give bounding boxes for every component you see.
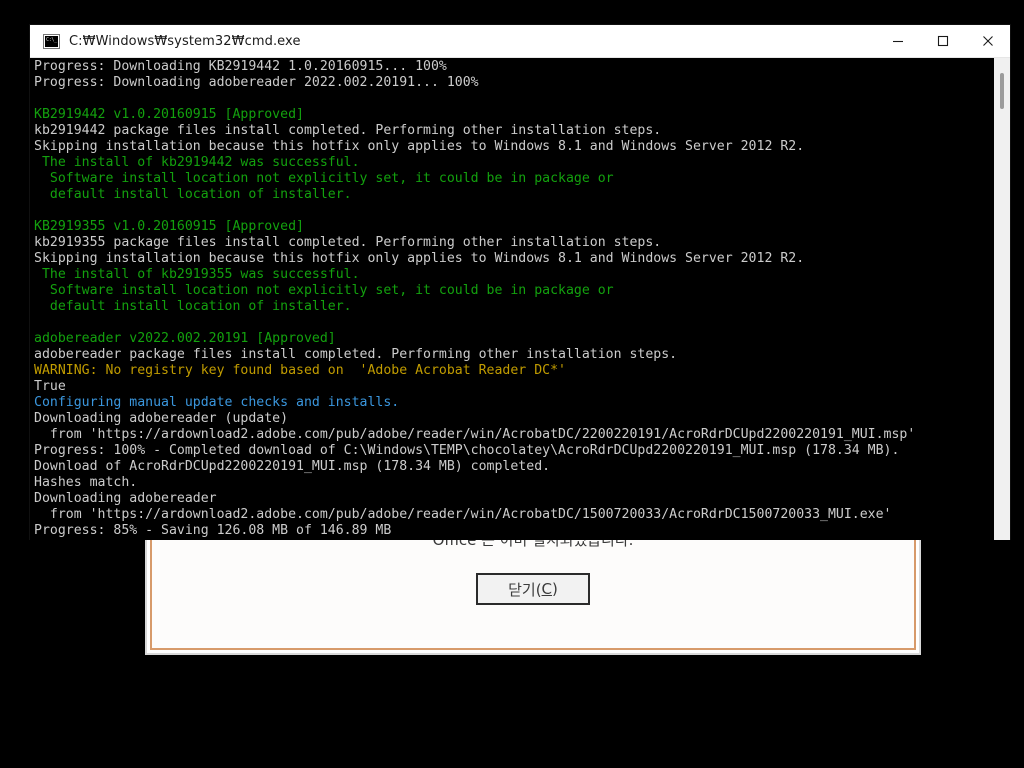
maximize-button[interactable]	[920, 25, 965, 57]
terminal-line: The install of kb2919355 was successful.	[34, 267, 360, 283]
terminal-line: True	[34, 379, 66, 395]
terminal-line: Downloading adobereader (update)	[34, 411, 289, 427]
terminal-line: kb2919442 package files install complete…	[34, 123, 662, 139]
terminal-line: KB2919442 v1.0.20160915 [Approved]	[34, 107, 304, 123]
terminal-line: Progress: 100% - Completed download of C…	[34, 443, 900, 459]
terminal-line: default install location of installer.	[34, 299, 352, 315]
terminal-line: Software install location not explicitly…	[34, 283, 614, 299]
terminal-line: Download of AcroRdrDCUpd2200220191_MUI.m…	[34, 459, 551, 475]
terminal-scrollbar-thumb[interactable]	[1000, 73, 1004, 109]
terminal-line: default install location of installer.	[34, 187, 352, 203]
dialog-close-label-tail: )	[552, 580, 558, 598]
dialog-close-label-mnemonic: C	[541, 580, 553, 598]
terminal-line: kb2919355 package files install complete…	[34, 235, 662, 251]
terminal-line: Skipping installation because this hotfi…	[34, 139, 805, 155]
window-controls	[875, 25, 1010, 57]
cmd-icon	[43, 33, 60, 49]
terminal-line: Downloading adobereader	[34, 491, 217, 507]
terminal-line: from 'https://ardownload2.adobe.com/pub/…	[34, 427, 916, 443]
terminal-line: Progress: Downloading adobereader 2022.0…	[34, 75, 479, 91]
dialog-close-button[interactable]: 닫기(C)	[476, 573, 590, 605]
terminal-line: WARNING: No registry key found based on …	[34, 363, 566, 379]
terminal-line: from 'https://ardownload2.adobe.com/pub/…	[34, 507, 892, 523]
terminal-line: Configuring manual update checks and ins…	[34, 395, 400, 411]
terminal-line: adobereader package files install comple…	[34, 347, 678, 363]
terminal-line: KB2919355 v1.0.20160915 [Approved]	[34, 219, 304, 235]
terminal-line: adobereader v2022.002.20191 [Approved]	[34, 331, 336, 347]
terminal-line: Software install location not explicitly…	[34, 171, 614, 187]
terminal-scrollbar[interactable]	[994, 58, 1010, 540]
terminal-line: Hashes match.	[34, 475, 138, 491]
terminal-text: Progress: Downloading KB2919442 1.0.2016…	[34, 59, 986, 539]
desktop: Office 는 이미 설치되었습니다. 닫기(C) C:₩Windows₩sy…	[0, 0, 1024, 768]
close-button[interactable]	[965, 25, 1010, 57]
minimize-button[interactable]	[875, 25, 920, 57]
window-title: C:₩Windows₩system32₩cmd.exe	[69, 33, 301, 49]
cmd-window: C:₩Windows₩system32₩cmd.exe	[30, 25, 1010, 540]
terminal-output-area[interactable]: Progress: Downloading KB2919442 1.0.2016…	[30, 58, 1010, 540]
window-titlebar[interactable]: C:₩Windows₩system32₩cmd.exe	[30, 25, 1010, 58]
terminal-line: Progress: Downloading KB2919442 1.0.2016…	[34, 59, 447, 74]
terminal-line: The install of kb2919442 was successful.	[34, 155, 360, 171]
dialog-close-label-main: 닫기(	[508, 580, 542, 599]
terminal-line: Skipping installation because this hotfi…	[34, 251, 805, 267]
terminal-line: Progress: 85% - Saving 126.08 MB of 146.…	[34, 523, 392, 539]
